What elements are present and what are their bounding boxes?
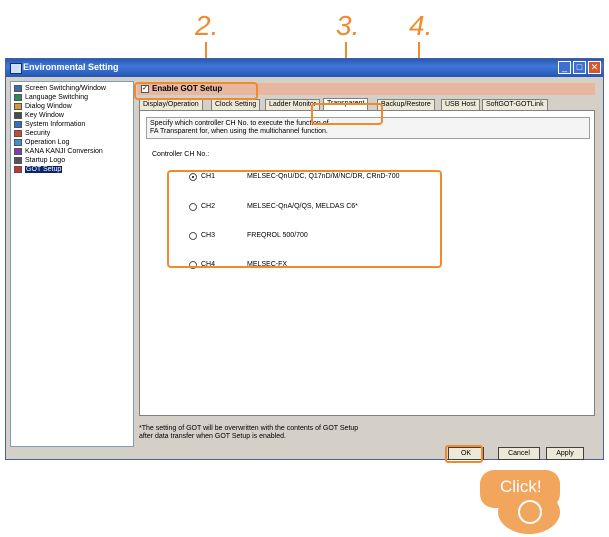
tab-backup-restore[interactable]: Backup/Restore <box>377 99 435 110</box>
tree-item-startup-logo[interactable]: Startup Logo <box>14 156 65 165</box>
window-title: Environmental Setting <box>23 62 119 72</box>
hand-outline-icon <box>518 500 542 524</box>
highlight-enable-got-setup <box>134 82 258 100</box>
click-label: Click! <box>500 477 542 496</box>
maximize-icon[interactable]: □ <box>573 61 586 74</box>
tab-display-operation[interactable]: Display/Operation <box>139 99 203 110</box>
tree-item-key-window[interactable]: Key Window <box>14 111 64 120</box>
tree-item-system-information[interactable]: System Information <box>14 120 85 129</box>
description-line-2: FA Transparent for, when using the multi… <box>150 128 328 135</box>
key-window-icon <box>14 111 22 119</box>
minimize-icon[interactable]: _ <box>558 61 571 74</box>
tree-item-got-setup[interactable]: GOT Setup <box>14 165 63 174</box>
cancel-button[interactable]: Cancel <box>498 447 540 460</box>
got-setup-icon <box>14 165 22 173</box>
tree-item-language-switching[interactable]: Language Switching <box>14 93 88 102</box>
note-line-1: *The setting of GOT will be overwritten … <box>139 425 359 432</box>
title-bar[interactable]: Environmental Setting _ □ ✕ <box>6 59 603 77</box>
close-icon[interactable]: ✕ <box>588 61 601 74</box>
system-info-icon <box>14 120 22 128</box>
highlight-transparent-tab <box>311 103 383 125</box>
startup-logo-icon <box>14 156 22 164</box>
overwrite-note: *The setting of GOT will be overwritten … <box>139 425 358 441</box>
tree-item-security[interactable]: Security <box>14 129 50 138</box>
highlight-ok-button <box>445 445 483 463</box>
note-line-2: after data transfer when GOT Setup is en… <box>139 433 286 440</box>
settings-tree: Screen Switching/Window Language Switchi… <box>10 81 134 447</box>
language-icon <box>14 93 22 101</box>
tab-clock-setting[interactable]: Clock Setting <box>211 99 261 110</box>
controller-ch-label: Controller CH No.: <box>152 151 210 158</box>
screen-icon <box>14 84 22 92</box>
window-app-icon <box>10 63 22 74</box>
dialog-icon <box>14 102 22 110</box>
tree-item-dialog-window[interactable]: Dialog Window <box>14 102 72 111</box>
security-icon <box>14 129 22 137</box>
tab-usb-host[interactable]: USB Host <box>441 99 480 110</box>
highlight-channel-options <box>167 170 442 268</box>
callout-2: 2. <box>195 10 219 41</box>
tree-item-operation-log[interactable]: Operation Log <box>14 138 69 147</box>
apply-button[interactable]: Apply <box>546 447 584 460</box>
callout-3: 3. <box>336 10 360 41</box>
callout-4: 4. <box>409 10 433 41</box>
tree-item-screen-switching[interactable]: Screen Switching/Window <box>14 84 106 93</box>
tree-item-kana-kanji[interactable]: KANA KANJI Conversion <box>14 147 103 156</box>
operation-log-icon <box>14 138 22 146</box>
tab-softgot-gotlink[interactable]: SoftGOT-GOTLink <box>482 99 548 110</box>
kana-kanji-icon <box>14 147 22 155</box>
